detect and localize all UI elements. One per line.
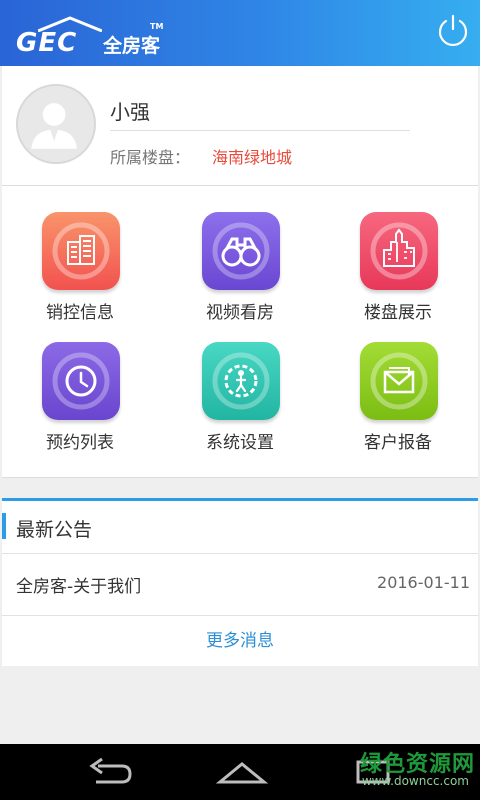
more-messages-link[interactable]: 更多消息 (2, 617, 478, 665)
buildings-icon (42, 212, 120, 290)
menu-property-display[interactable]: 楼盘展示 (322, 186, 472, 323)
menu-appointments[interactable]: 预约列表 (4, 316, 154, 453)
envelope-icon (360, 342, 438, 420)
divider (2, 553, 478, 554)
username: 小强 (110, 100, 150, 124)
profile-divider (110, 130, 410, 131)
notice-title: 最新公告 (16, 519, 93, 541)
menu-settings[interactable]: 系统设置 (164, 316, 314, 453)
home-icon[interactable] (212, 756, 272, 788)
back-icon[interactable] (80, 756, 140, 788)
profile-card: 小强 所属楼盘： 海南绿地城 (2, 66, 478, 186)
watermark: 绿色资源网 www.downcc.com (345, 744, 475, 794)
notice-item[interactable]: 全房客-关于我们 2016-01-11 (2, 555, 478, 615)
gear-person-icon (202, 342, 280, 420)
user-silhouette-icon (31, 103, 77, 149)
menu-grid: 销控信息 视频看房 楼盘展示 预约列表 系统设置 客户报备 (2, 186, 478, 478)
notice-accent-bar (2, 513, 6, 539)
divider (2, 615, 478, 616)
notice-item-title: 全房客-关于我们 (16, 577, 142, 597)
notice-item-date: 2016-01-11 (377, 573, 470, 592)
estate-value: 海南绿地城 (212, 148, 293, 167)
watermark-url: www.downcc.com (361, 774, 469, 788)
estate-label: 所属楼盘： (110, 148, 191, 167)
menu-video-tour[interactable]: 视频看房 (164, 186, 314, 323)
menu-label: 客户报备 (364, 433, 432, 453)
logo-mark: GEC (16, 28, 78, 58)
app-header: GEC 全房客 TM (0, 0, 480, 66)
menu-label: 系统设置 (206, 433, 274, 453)
menu-label: 预约列表 (46, 433, 114, 453)
binoculars-icon (202, 212, 280, 290)
menu-customer-report[interactable]: 客户报备 (322, 316, 472, 453)
app-logo: GEC 全房客 TM (16, 14, 166, 58)
logo-trademark: TM (150, 22, 164, 31)
notice-panel: 最新公告 全房客-关于我们 2016-01-11 更多消息 (2, 498, 478, 666)
clock-icon (42, 342, 120, 420)
skyline-icon (360, 212, 438, 290)
logo-name: 全房客 (103, 35, 161, 57)
power-icon[interactable] (435, 13, 471, 49)
menu-sales-control[interactable]: 销控信息 (4, 186, 154, 323)
avatar[interactable] (16, 84, 96, 164)
